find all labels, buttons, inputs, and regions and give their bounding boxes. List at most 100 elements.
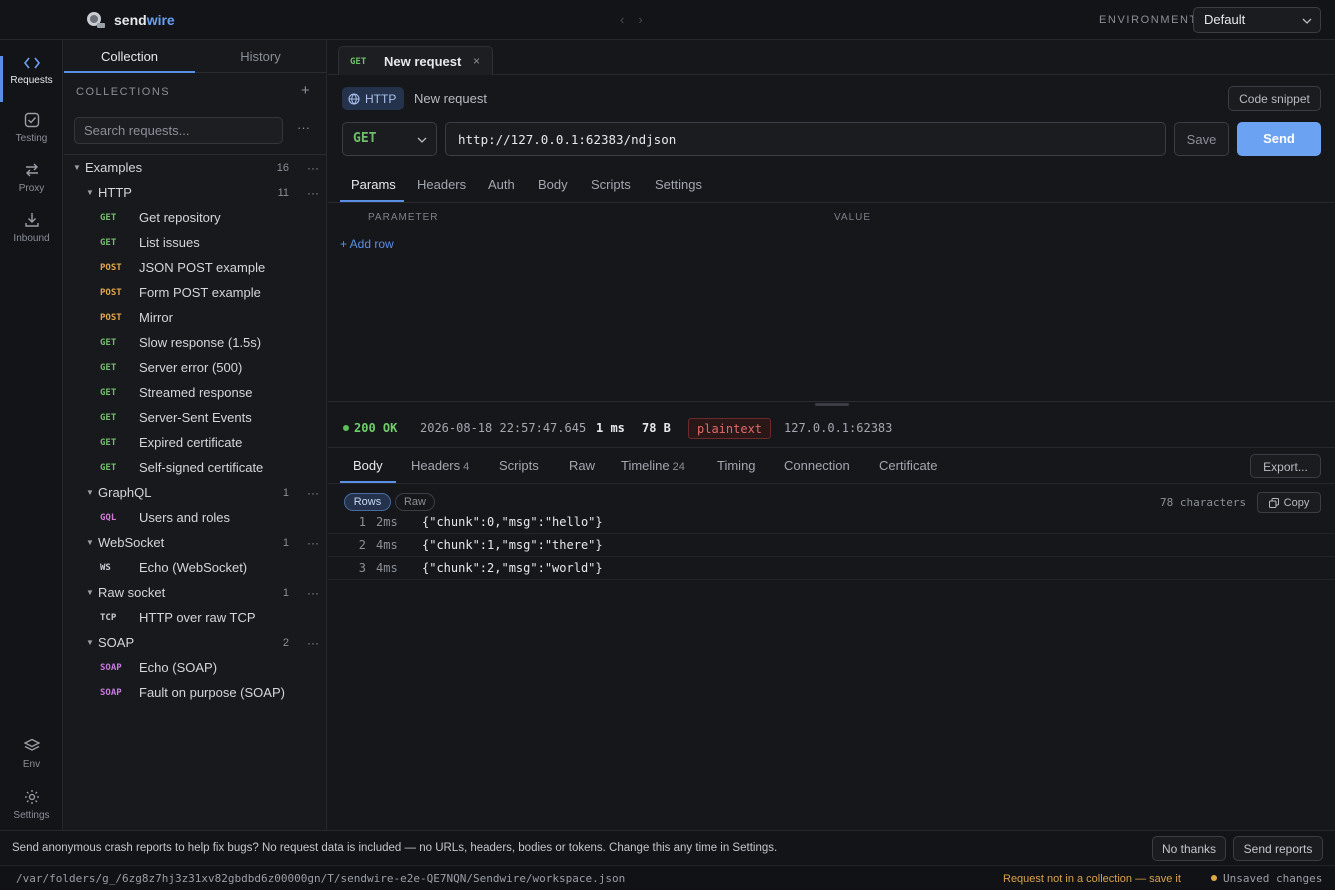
tree-folder-soap[interactable]: ▼ SOAP 2 ···: [64, 630, 327, 655]
more-icon[interactable]: ···: [307, 186, 319, 200]
request-item[interactable]: GET Server-Sent Events: [64, 405, 327, 430]
tree-folder-graphql[interactable]: ▼ GraphQL 1 ···: [64, 480, 327, 505]
rail-label: Inbound: [13, 233, 50, 244]
rail-item-env[interactable]: Env: [0, 738, 63, 784]
protocol-badge[interactable]: HTTP: [342, 87, 405, 110]
tree-folder-websocket[interactable]: ▼ WebSocket 1 ···: [64, 530, 327, 555]
request-item[interactable]: POST JSON POST example: [64, 255, 327, 280]
more-icon[interactable]: ···: [307, 586, 319, 600]
tab-settings[interactable]: Settings: [655, 177, 702, 192]
tree-folder-http[interactable]: ▼ HTTP 11 ···: [64, 180, 327, 205]
resize-handle[interactable]: [815, 403, 849, 406]
save-warning[interactable]: Request not in a collection — save it: [1003, 873, 1181, 885]
more-icon[interactable]: ···: [307, 486, 319, 500]
tab-res-timing[interactable]: Timing: [717, 458, 756, 473]
rail-item-settings[interactable]: Settings: [0, 789, 63, 835]
tree-root-examples[interactable]: ▼ Examples 16 ···: [64, 155, 327, 180]
request-name: Form POST example: [139, 285, 261, 300]
close-icon[interactable]: ×: [473, 54, 480, 68]
request-item[interactable]: GET Get repository: [64, 205, 327, 230]
request-name: Expired certificate: [139, 435, 243, 450]
method-badge: GQL: [100, 512, 117, 523]
tab-auth[interactable]: Auth: [488, 177, 515, 192]
request-item[interactable]: GET Streamed response: [64, 380, 327, 405]
body-row[interactable]: 3 4ms {"chunk":2,"msg":"world"}: [328, 557, 1335, 580]
method-select[interactable]: GET: [342, 122, 437, 156]
tab-res-certificate[interactable]: Certificate: [879, 458, 938, 473]
rail-label: Settings: [13, 810, 50, 821]
request-tabstrip: GET New request ×: [328, 40, 1335, 75]
method-badge: GET: [100, 362, 117, 373]
copy-button[interactable]: Copy: [1257, 492, 1321, 513]
tree-folder-raw-socket[interactable]: ▼ Raw socket 1 ···: [64, 580, 327, 605]
tab-res-raw[interactable]: Raw: [569, 458, 595, 473]
tab-res-timeline[interactable]: Timeline 24: [621, 458, 685, 473]
request-item[interactable]: GET Slow response (1.5s): [64, 330, 327, 355]
request-item[interactable]: POST Mirror: [64, 305, 327, 330]
request-item[interactable]: GET Server error (500): [64, 355, 327, 380]
send-button[interactable]: Send: [1237, 122, 1321, 156]
rail-item-inbound[interactable]: Inbound: [0, 212, 63, 258]
body-row[interactable]: 1 2ms {"chunk":0,"msg":"hello"}: [328, 511, 1335, 534]
content-type-badge: plaintext: [688, 418, 772, 439]
rail-item-requests[interactable]: Requests: [0, 56, 63, 102]
rail-item-testing[interactable]: Testing: [0, 112, 63, 158]
param-column-header: PARAMETER: [368, 212, 439, 223]
tab-history[interactable]: History: [195, 40, 326, 73]
request-item[interactable]: TCP HTTP over raw TCP: [64, 605, 327, 630]
more-icon[interactable]: ···: [307, 161, 319, 175]
tab-params[interactable]: Params: [351, 177, 396, 192]
add-row-button[interactable]: + Add row: [340, 237, 394, 251]
request-name: Echo (SOAP): [139, 660, 218, 675]
export-button[interactable]: Export...: [1250, 454, 1321, 478]
tab-body[interactable]: Body: [538, 177, 568, 192]
more-icon[interactable]: ···: [307, 636, 319, 650]
environment-label: ENVIRONMENT: [1099, 14, 1198, 26]
folder-name: HTTP: [98, 185, 132, 200]
search-input[interactable]: Search requests...: [74, 117, 283, 144]
tab-res-body[interactable]: Body: [353, 458, 383, 473]
request-item[interactable]: WS Echo (WebSocket): [64, 555, 327, 580]
request-item[interactable]: GQL Users and roles: [64, 505, 327, 530]
request-item[interactable]: POST Form POST example: [64, 280, 327, 305]
tab-res-scripts[interactable]: Scripts: [499, 458, 539, 473]
rail-item-proxy[interactable]: Proxy: [0, 162, 63, 208]
history-nav: ‹ ›: [620, 12, 643, 27]
back-arrow-icon[interactable]: ‹: [620, 12, 624, 27]
tab-headers[interactable]: Headers: [417, 177, 466, 192]
tab-scripts[interactable]: Scripts: [591, 177, 631, 192]
no-thanks-button[interactable]: No thanks: [1152, 836, 1226, 861]
search-more-button[interactable]: ···: [297, 120, 310, 135]
status-dot-icon: [343, 425, 349, 431]
sidebar-tabs: Collection History: [64, 40, 327, 73]
rows-view-toggle[interactable]: Rows: [344, 493, 391, 511]
request-name: Get repository: [139, 210, 221, 225]
rail-label: Proxy: [18, 183, 45, 194]
more-icon[interactable]: ···: [307, 536, 319, 550]
request-item[interactable]: GET Self-signed certificate: [64, 455, 327, 480]
environment-select[interactable]: Default: [1193, 7, 1321, 33]
tab-res-headers[interactable]: Headers 4: [411, 458, 469, 473]
code-snippet-button[interactable]: Code snippet: [1228, 86, 1321, 111]
request-item[interactable]: GET Expired certificate: [64, 430, 327, 455]
activity-rail: Requests Testing Proxy Inbound Env Setti…: [0, 40, 63, 830]
request-name[interactable]: New request: [414, 91, 487, 106]
request-item[interactable]: GET List issues: [64, 230, 327, 255]
tab-collection[interactable]: Collection: [64, 40, 195, 73]
response-timestamp: 2026-08-18 22:57:47.645: [420, 421, 587, 435]
chevron-down-icon: [1302, 18, 1312, 24]
url-input[interactable]: http://127.0.0.1:62383/ndjson: [445, 122, 1166, 156]
method-badge: GET: [100, 412, 117, 423]
folder-count: 2: [282, 636, 289, 649]
save-button[interactable]: Save: [1174, 122, 1229, 156]
request-item[interactable]: SOAP Echo (SOAP): [64, 655, 327, 680]
request-name: List issues: [139, 235, 200, 250]
forward-arrow-icon[interactable]: ›: [638, 12, 642, 27]
request-item[interactable]: SOAP Fault on purpose (SOAP): [64, 680, 327, 705]
tab-res-connection[interactable]: Connection: [784, 458, 850, 473]
raw-view-toggle[interactable]: Raw: [395, 493, 435, 511]
add-collection-button[interactable]: +: [301, 82, 310, 99]
body-row[interactable]: 2 4ms {"chunk":1,"msg":"there"}: [328, 534, 1335, 557]
tab-new-request[interactable]: GET New request ×: [338, 46, 493, 75]
send-reports-button[interactable]: Send reports: [1233, 836, 1323, 861]
